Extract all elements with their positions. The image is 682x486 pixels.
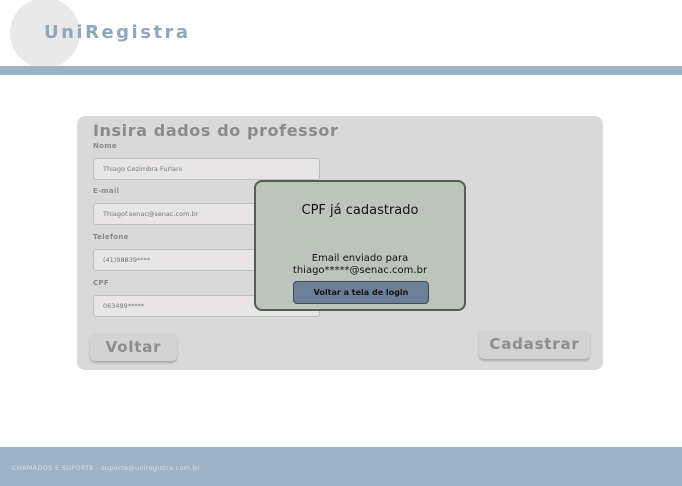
register-button[interactable]: Cadastrar xyxy=(479,330,590,359)
cpf-exists-dialog: CPF já cadastrado Email enviado para thi… xyxy=(254,180,466,311)
support-contact: CHAMADOS E SUPORTE - suporte@uniregistra… xyxy=(12,464,201,472)
name-label: Nome xyxy=(93,142,117,150)
dialog-title: CPF já cadastrado xyxy=(301,203,419,218)
footer: CHAMADOS E SUPORTE - suporte@uniregistra… xyxy=(0,447,682,486)
header-bar xyxy=(0,66,682,75)
dialog-message-line1: Email enviado para xyxy=(311,253,409,264)
dialog-message-line2: thiago*****@senac.com.br xyxy=(292,265,428,276)
form-title: Insira dados do professor xyxy=(93,121,339,140)
header: UniRegistra xyxy=(0,0,682,68)
back-to-login-button[interactable]: Voltar a tela de login xyxy=(293,281,429,304)
phone-label: Telefone xyxy=(93,233,129,241)
name-field[interactable]: Thiago Cezimbra Furlani xyxy=(93,158,320,180)
logo[interactable]: UniRegistra xyxy=(44,22,191,43)
back-button[interactable]: Voltar xyxy=(90,333,177,361)
cpf-label: CPF xyxy=(93,279,109,287)
email-label: E-mail xyxy=(93,187,120,195)
